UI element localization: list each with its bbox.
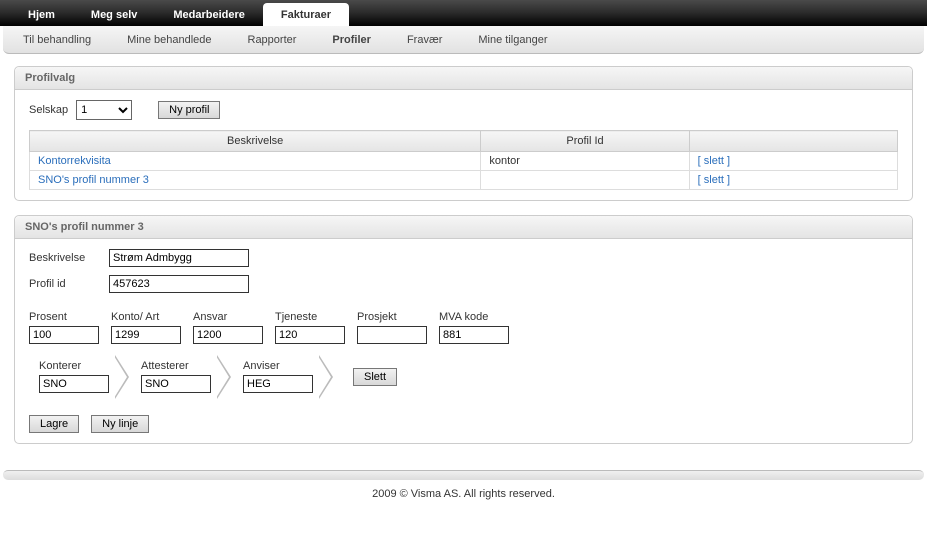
profilvalg-panel: Profilvalg Selskap 1 Ny profil Beskrivel… xyxy=(14,66,913,201)
konto-art-input[interactable] xyxy=(111,326,181,344)
konterer-input[interactable] xyxy=(39,375,109,393)
table-row: Kontorrekvisita kontor [ slett ] xyxy=(30,152,898,171)
prosjekt-input[interactable] xyxy=(357,326,427,344)
cell-profil-id xyxy=(481,171,689,190)
subtab-fravaer[interactable]: Fravær xyxy=(407,34,442,46)
profil-link[interactable]: Kontorrekvisita xyxy=(38,155,111,167)
attesterer-block: Attesterer xyxy=(119,356,221,397)
profil-id-label: Profil id xyxy=(29,278,99,290)
profil-detail-panel: SNO's profil nummer 3 Beskrivelse Profil… xyxy=(14,215,913,444)
attesterer-label: Attesterer xyxy=(141,360,211,372)
subtab-til-behandling[interactable]: Til behandling xyxy=(23,34,91,46)
profil-table: Beskrivelse Profil Id Kontorrekvisita ko… xyxy=(29,130,898,190)
subtab-mine-tilganger[interactable]: Mine tilganger xyxy=(478,34,547,46)
main-tabs: Hjem Meg selv Medarbeidere Fakturaer xyxy=(0,0,927,26)
konterer-label: Konterer xyxy=(39,360,109,372)
footer-bar xyxy=(3,470,924,480)
profil-id-input[interactable] xyxy=(109,275,249,293)
slett-button[interactable]: Slett xyxy=(353,368,397,386)
mva-kode-label: MVA kode xyxy=(439,311,509,323)
anviser-label: Anviser xyxy=(243,360,313,372)
profilvalg-title: Profilvalg xyxy=(15,67,912,90)
selskap-select[interactable]: 1 xyxy=(76,100,132,120)
ny-linje-button[interactable]: Ny linje xyxy=(91,415,149,433)
profil-detail-title: SNO's profil nummer 3 xyxy=(15,216,912,239)
col-beskrivelse: Beskrivelse xyxy=(30,131,481,152)
col-action xyxy=(689,131,897,152)
lagre-button[interactable]: Lagre xyxy=(29,415,79,433)
ansvar-input[interactable] xyxy=(193,326,263,344)
table-row: SNO's profil nummer 3 [ slett ] xyxy=(30,171,898,190)
selskap-label: Selskap xyxy=(29,104,68,116)
subtab-rapporter[interactable]: Rapporter xyxy=(248,34,297,46)
prosent-label: Prosent xyxy=(29,311,99,323)
tab-fakturaer[interactable]: Fakturaer xyxy=(263,3,349,26)
konto-art-label: Konto/ Art xyxy=(111,311,181,323)
beskrivelse-label: Beskrivelse xyxy=(29,252,99,264)
ansvar-label: Ansvar xyxy=(193,311,263,323)
subtab-profiler[interactable]: Profiler xyxy=(332,34,371,46)
col-profil-id: Profil Id xyxy=(481,131,689,152)
ny-profil-button[interactable]: Ny profil xyxy=(158,101,220,119)
anviser-block: Anviser xyxy=(221,356,323,397)
tjeneste-input[interactable] xyxy=(275,326,345,344)
page-content: Profilvalg Selskap 1 Ny profil Beskrivel… xyxy=(0,54,927,470)
tjeneste-label: Tjeneste xyxy=(275,311,345,323)
prosjekt-label: Prosjekt xyxy=(357,311,427,323)
sub-tabs: Til behandling Mine behandlede Rapporter… xyxy=(3,26,924,54)
anviser-input[interactable] xyxy=(243,375,313,393)
cell-profil-id: kontor xyxy=(481,152,689,171)
profil-link[interactable]: SNO's profil nummer 3 xyxy=(38,174,149,186)
tab-meg-selv[interactable]: Meg selv xyxy=(73,3,155,26)
beskrivelse-input[interactable] xyxy=(109,249,249,267)
subtab-mine-behandlede[interactable]: Mine behandlede xyxy=(127,34,211,46)
slett-link[interactable]: [ slett ] xyxy=(698,174,730,186)
konterer-block: Konterer xyxy=(29,356,119,397)
prosent-input[interactable] xyxy=(29,326,99,344)
slett-link[interactable]: [ slett ] xyxy=(698,155,730,167)
copyright: 2009 © Visma AS. All rights reserved. xyxy=(0,480,927,508)
tab-hjem[interactable]: Hjem xyxy=(10,3,73,26)
mva-kode-input[interactable] xyxy=(439,326,509,344)
tab-medarbeidere[interactable]: Medarbeidere xyxy=(155,3,263,26)
attesterer-input[interactable] xyxy=(141,375,211,393)
